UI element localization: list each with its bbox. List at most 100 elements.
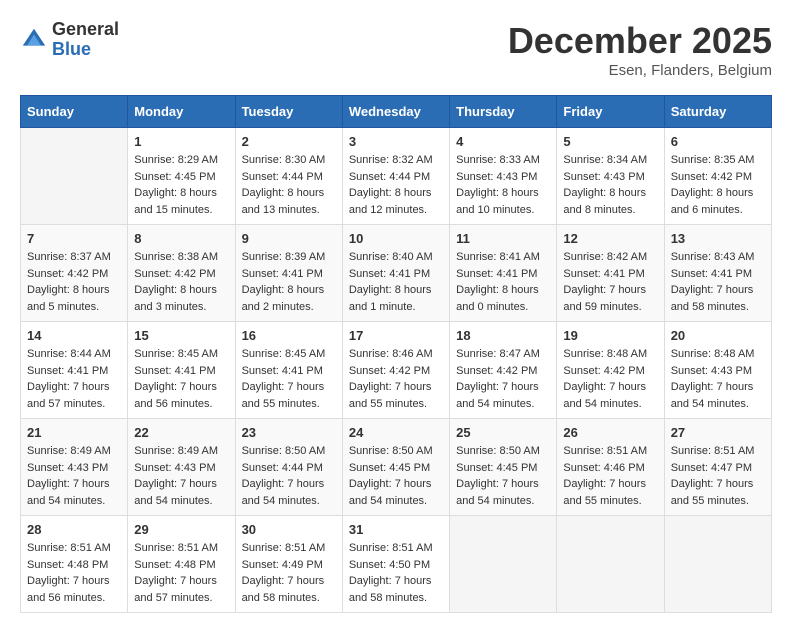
day-number: 19 [563,328,657,343]
day-info: Sunrise: 8:38 AMSunset: 4:42 PMDaylight:… [134,249,228,315]
day-number: 5 [563,134,657,149]
day-info: Sunrise: 8:41 AMSunset: 4:41 PMDaylight:… [456,249,550,315]
calendar-cell: 31 Sunrise: 8:51 AMSunset: 4:50 PMDayligh… [342,516,449,613]
day-number: 31 [349,522,443,537]
day-number: 3 [349,134,443,149]
day-info: Sunrise: 8:51 AMSunset: 4:47 PMDaylight:… [671,443,765,509]
day-info: Sunrise: 8:40 AMSunset: 4:41 PMDaylight:… [349,249,443,315]
logo-icon [20,26,48,54]
day-info: Sunrise: 8:30 AMSunset: 4:44 PMDaylight:… [242,152,336,218]
calendar-cell: 1 Sunrise: 8:29 AMSunset: 4:45 PMDaylight… [128,128,235,225]
day-info: Sunrise: 8:51 AMSunset: 4:50 PMDaylight:… [349,540,443,606]
day-info: Sunrise: 8:37 AMSunset: 4:42 PMDaylight:… [27,249,121,315]
day-number: 1 [134,134,228,149]
calendar-body: 1 Sunrise: 8:29 AMSunset: 4:45 PMDaylight… [21,128,772,613]
calendar-cell: 2 Sunrise: 8:30 AMSunset: 4:44 PMDaylight… [235,128,342,225]
calendar-week-row: 28 Sunrise: 8:51 AMSunset: 4:48 PMDayligh… [21,516,772,613]
day-info: Sunrise: 8:50 AMSunset: 4:45 PMDaylight:… [456,443,550,509]
calendar-cell: 18 Sunrise: 8:47 AMSunset: 4:42 PMDayligh… [450,322,557,419]
day-info: Sunrise: 8:46 AMSunset: 4:42 PMDaylight:… [349,346,443,412]
calendar-cell: 7 Sunrise: 8:37 AMSunset: 4:42 PMDaylight… [21,225,128,322]
title-section: December 2025 Esen, Flanders, Belgium [508,20,772,79]
day-info: Sunrise: 8:51 AMSunset: 4:48 PMDaylight:… [27,540,121,606]
day-info: Sunrise: 8:51 AMSunset: 4:48 PMDaylight:… [134,540,228,606]
location: Esen, Flanders, Belgium [508,62,772,79]
calendar-cell: 20 Sunrise: 8:48 AMSunset: 4:43 PMDayligh… [664,322,771,419]
day-number: 10 [349,231,443,246]
weekday-header: Saturday [664,96,771,128]
calendar-week-row: 7 Sunrise: 8:37 AMSunset: 4:42 PMDaylight… [21,225,772,322]
day-number: 7 [27,231,121,246]
day-info: Sunrise: 8:49 AMSunset: 4:43 PMDaylight:… [134,443,228,509]
calendar-cell: 16 Sunrise: 8:45 AMSunset: 4:41 PMDayligh… [235,322,342,419]
day-info: Sunrise: 8:48 AMSunset: 4:43 PMDaylight:… [671,346,765,412]
day-info: Sunrise: 8:51 AMSunset: 4:46 PMDaylight:… [563,443,657,509]
day-number: 13 [671,231,765,246]
day-info: Sunrise: 8:47 AMSunset: 4:42 PMDaylight:… [456,346,550,412]
calendar-cell: 3Sunrise: 8:32 AMSunset: 4:44 PMDaylight… [342,128,449,225]
calendar-cell: 15Sunrise: 8:45 AMSunset: 4:41 PMDayligh… [128,322,235,419]
day-number: 14 [27,328,121,343]
day-info: Sunrise: 8:42 AMSunset: 4:41 PMDaylight:… [563,249,657,315]
calendar-cell [664,516,771,613]
day-number: 2 [242,134,336,149]
calendar-cell: 29Sunrise: 8:51 AMSunset: 4:48 PMDayligh… [128,516,235,613]
calendar-cell: 8 Sunrise: 8:38 AMSunset: 4:42 PMDaylight… [128,225,235,322]
weekday-header: Monday [128,96,235,128]
calendar-cell [21,128,128,225]
day-info: Sunrise: 8:50 AMSunset: 4:45 PMDaylight:… [349,443,443,509]
calendar-cell: 6 Sunrise: 8:35 AMSunset: 4:42 PMDaylight… [664,128,771,225]
day-number: 28 [27,522,121,537]
day-number: 4 [456,134,550,149]
day-info: Sunrise: 8:50 AMSunset: 4:44 PMDaylight:… [242,443,336,509]
day-number: 26 [563,425,657,440]
day-number: 21 [27,425,121,440]
day-number: 9 [242,231,336,246]
calendar-cell: 26 Sunrise: 8:51 AMSunset: 4:46 PMDayligh… [557,419,664,516]
calendar-cell: 5 Sunrise: 8:34 AMSunset: 4:43 PMDaylight… [557,128,664,225]
weekday-header: Thursday [450,96,557,128]
day-number: 27 [671,425,765,440]
day-number: 15 [134,328,228,343]
day-number: 17 [349,328,443,343]
day-number: 6 [671,134,765,149]
day-number: 20 [671,328,765,343]
calendar-cell: 17 Sunrise: 8:46 AMSunset: 4:42 PMDayligh… [342,322,449,419]
day-info: Sunrise: 8:45 AMSunset: 4:41 PMDaylight:… [242,346,336,412]
month-title: December 2025 [508,20,772,62]
calendar-cell: 21 Sunrise: 8:49 AMSunset: 4:43 PMDayligh… [21,419,128,516]
weekday-header: Sunday [21,96,128,128]
page-header: General Blue December 2025 Esen, Flander… [20,20,772,79]
calendar-table: SundayMondayTuesdayWednesdayThursdayFrid… [20,95,772,613]
day-info: Sunrise: 8:43 AMSunset: 4:41 PMDaylight:… [671,249,765,315]
calendar-week-row: 1 Sunrise: 8:29 AMSunset: 4:45 PMDaylight… [21,128,772,225]
day-info: Sunrise: 8:34 AMSunset: 4:43 PMDaylight:… [563,152,657,218]
day-number: 23 [242,425,336,440]
day-info: Sunrise: 8:39 AMSunset: 4:41 PMDaylight:… [242,249,336,315]
calendar-cell: 9 Sunrise: 8:39 AMSunset: 4:41 PMDaylight… [235,225,342,322]
calendar-header: SundayMondayTuesdayWednesdayThursdayFrid… [21,96,772,128]
calendar-cell: 14 Sunrise: 8:44 AMSunset: 4:41 PMDayligh… [21,322,128,419]
calendar-week-row: 14 Sunrise: 8:44 AMSunset: 4:41 PMDayligh… [21,322,772,419]
calendar-cell: 12 Sunrise: 8:42 AMSunset: 4:41 PMDayligh… [557,225,664,322]
day-number: 18 [456,328,550,343]
day-number: 12 [563,231,657,246]
day-number: 16 [242,328,336,343]
day-number: 25 [456,425,550,440]
calendar-cell: 28 Sunrise: 8:51 AMSunset: 4:48 PMDayligh… [21,516,128,613]
day-info: Sunrise: 8:29 AMSunset: 4:45 PMDaylight:… [134,152,228,218]
calendar-cell: 25 Sunrise: 8:50 AMSunset: 4:45 PMDayligh… [450,419,557,516]
logo-blue: Blue [52,40,119,60]
day-info: Sunrise: 8:35 AMSunset: 4:42 PMDaylight:… [671,152,765,218]
day-info: Sunrise: 8:51 AMSunset: 4:49 PMDaylight:… [242,540,336,606]
calendar-cell: 19Sunrise: 8:48 AMSunset: 4:42 PMDayligh… [557,322,664,419]
calendar-cell: 24Sunrise: 8:50 AMSunset: 4:45 PMDayligh… [342,419,449,516]
day-info: Sunrise: 8:44 AMSunset: 4:41 PMDaylight:… [27,346,121,412]
logo: General Blue [20,20,119,60]
day-number: 22 [134,425,228,440]
day-number: 30 [242,522,336,537]
day-info: Sunrise: 8:49 AMSunset: 4:43 PMDaylight:… [27,443,121,509]
day-number: 8 [134,231,228,246]
calendar-cell: 22 Sunrise: 8:49 AMSunset: 4:43 PMDayligh… [128,419,235,516]
calendar-cell [557,516,664,613]
